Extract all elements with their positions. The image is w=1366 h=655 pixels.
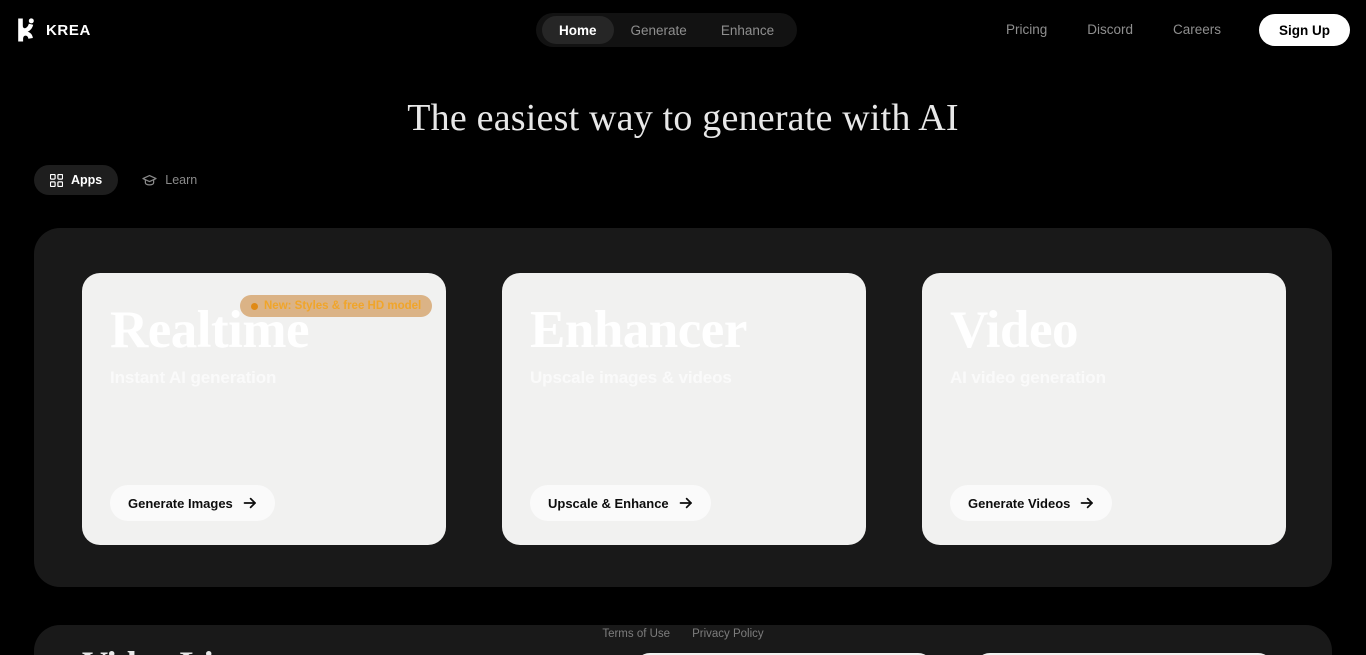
arrow-right-icon — [679, 496, 693, 510]
brand[interactable]: KREA — [16, 18, 91, 42]
footer-link-terms[interactable]: Terms of Use — [602, 628, 670, 640]
footer-link-privacy[interactable]: Privacy Policy — [692, 628, 764, 640]
segment-apps[interactable]: Apps — [34, 165, 119, 195]
arrow-right-icon — [243, 496, 257, 510]
content-mode-toggle: Apps Learn — [34, 165, 213, 195]
brand-name: KREA — [46, 21, 91, 39]
footer: Terms of Use Privacy Policy — [0, 628, 1366, 640]
card-subtitle: AI video generation — [950, 368, 1106, 387]
nav-tab-generate[interactable]: Generate — [614, 16, 704, 44]
segment-apps-label: Apps — [71, 173, 103, 187]
sign-up-button[interactable]: Sign Up — [1259, 14, 1350, 46]
nav-link-discord[interactable]: Discord — [1067, 14, 1153, 46]
app-card-video[interactable]: Video AI video generation Generate Video… — [922, 273, 1286, 545]
segment-learn-label: Learn — [165, 173, 198, 187]
primary-nav: Home Generate Enhance — [536, 13, 798, 47]
card-title: Realtime — [110, 301, 310, 359]
arrow-right-icon — [1080, 496, 1094, 510]
generate-videos-label: Generate Videos — [968, 495, 1071, 511]
page-title: The easiest way to generate with AI — [407, 97, 959, 139]
generate-images-label: Generate Images — [128, 495, 233, 511]
app-card-enhancer[interactable]: Enhancer Upscale images & videos Upscale… — [502, 273, 866, 545]
card-subtitle: Instant AI generation — [110, 368, 277, 387]
nav-link-careers[interactable]: Careers — [1153, 14, 1241, 46]
generate-images-button[interactable]: Generate Images — [110, 485, 275, 521]
app-card-realtime[interactable]: New: Styles & free HD model Realtime Ins… — [82, 273, 446, 545]
upscale-enhance-label: Upscale & Enhance — [548, 495, 669, 511]
segment-learn[interactable]: Learn — [126, 165, 213, 195]
upscale-enhance-button[interactable]: Upscale & Enhance — [530, 485, 711, 521]
nav-tab-enhance[interactable]: Enhance — [704, 16, 791, 44]
generate-videos-button[interactable]: Generate Videos — [950, 485, 1113, 521]
secondary-nav: Pricing Discord Careers Sign Up — [986, 14, 1350, 46]
card-title: Video — [950, 301, 1079, 359]
card-title: Enhancer — [530, 301, 747, 359]
app-root: KREA Home Generate Enhance Pricing Disco… — [0, 0, 1366, 655]
app-card-list: New: Styles & free HD model Realtime Ins… — [82, 273, 1286, 545]
grid-icon — [50, 173, 63, 187]
top-header: KREA Home Generate Enhance Pricing Disco… — [0, 0, 1366, 60]
next-section-title: Video Lipsync — [82, 643, 302, 655]
apps-panel: New: Styles & free HD model Realtime Ins… — [34, 228, 1332, 587]
graduation-cap-icon — [142, 174, 157, 187]
nav-tab-home[interactable]: Home — [542, 16, 614, 44]
krea-logo-icon — [16, 18, 36, 42]
nav-link-pricing[interactable]: Pricing — [986, 14, 1067, 46]
card-subtitle: Upscale images & videos — [530, 368, 732, 387]
